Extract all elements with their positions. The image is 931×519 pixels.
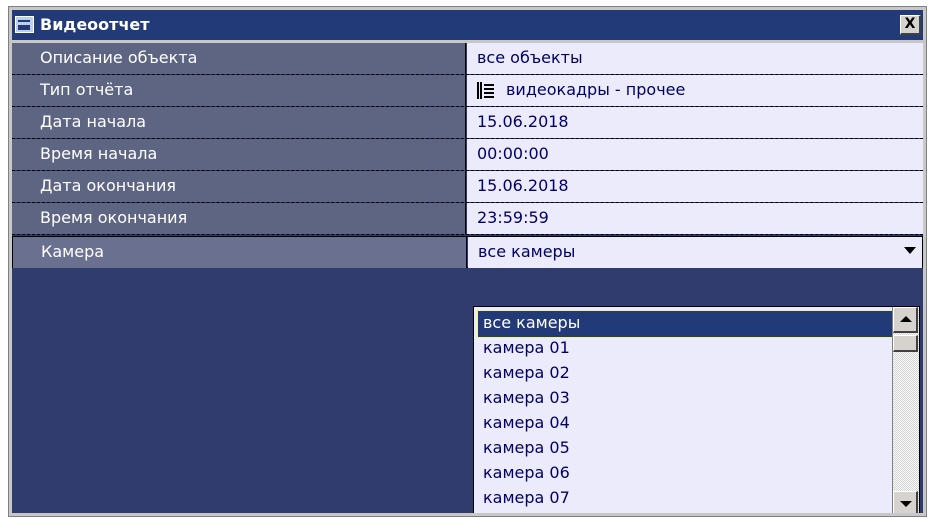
camera-option[interactable]: камера 06 [478, 461, 576, 487]
scroll-up-button[interactable] [893, 307, 918, 333]
property-grid: Описание объекта все объекты Тип отчёта … [12, 43, 923, 513]
window-app-icon [15, 16, 34, 33]
camera-option[interactable]: камера 05 [478, 436, 576, 462]
chevron-down-icon[interactable] [904, 247, 916, 254]
property-value[interactable]: 15.06.2018 [467, 171, 923, 202]
property-row-camera[interactable]: Камера все камеры [12, 236, 923, 268]
property-row-report-type[interactable]: Тип отчёта видеокадры - прочее [12, 75, 923, 107]
scroll-down-button[interactable] [893, 491, 918, 513]
property-label: Время окончания [12, 203, 466, 234]
property-row-start-time[interactable]: Время начала 00:00:00 [12, 139, 923, 171]
camera-option[interactable]: камера 01 [478, 336, 576, 362]
property-value[interactable]: 23:59:59 [467, 203, 923, 234]
property-label: Дата начала [12, 107, 466, 138]
window-title: Видеоотчет [40, 15, 150, 34]
camera-option[interactable]: камера 02 [478, 361, 576, 387]
camera-option[interactable]: камера 03 [478, 386, 576, 412]
video-report-window: Видеоотчет X Описание объекта все объект… [8, 6, 927, 517]
property-value-report-type[interactable]: видеокадры - прочее [467, 75, 923, 106]
property-label: Время начала [12, 139, 466, 170]
title-bar[interactable]: Видеоотчет X [12, 10, 923, 40]
property-value[interactable]: 00:00:00 [467, 139, 923, 170]
property-row-start-date[interactable]: Дата начала 15.06.2018 [12, 107, 923, 139]
property-label: Тип отчёта [12, 75, 466, 106]
dropdown-scrollbar[interactable] [892, 307, 919, 513]
property-label: Дата окончания [12, 171, 466, 202]
camera-option-selected[interactable]: все камеры [477, 310, 899, 338]
property-label: Камера [13, 237, 467, 268]
property-row-end-time[interactable]: Время окончания 23:59:59 [12, 203, 923, 235]
property-row-end-date[interactable]: Дата окончания 15.06.2018 [12, 171, 923, 203]
report-type-icon [477, 82, 494, 99]
report-type-text: видеокадры - прочее [506, 80, 686, 99]
camera-option[interactable]: камера 04 [478, 411, 576, 437]
camera-dropdown-list[interactable]: все камеры камера 01 камера 02 камера 03… [473, 306, 920, 513]
property-row-object-description[interactable]: Описание объекта все объекты [12, 43, 923, 75]
property-value[interactable]: все объекты [467, 43, 923, 74]
property-value[interactable]: 15.06.2018 [467, 107, 923, 138]
camera-option[interactable]: камера 07 [478, 486, 576, 512]
camera-select-value: все камеры [478, 242, 576, 261]
scrollbar-thumb[interactable] [893, 335, 918, 352]
property-label: Описание объекта [12, 43, 466, 74]
camera-select[interactable]: все камеры [468, 237, 922, 268]
close-button[interactable]: X [900, 15, 921, 35]
